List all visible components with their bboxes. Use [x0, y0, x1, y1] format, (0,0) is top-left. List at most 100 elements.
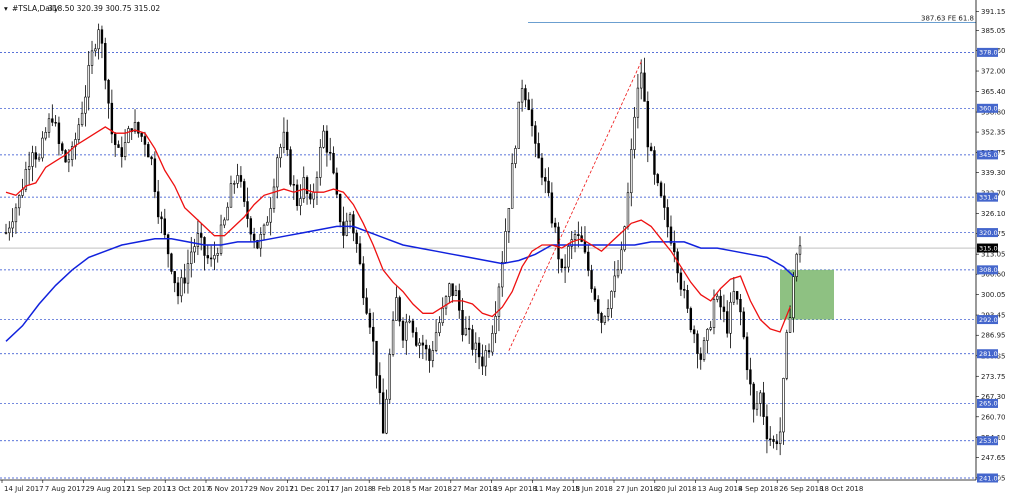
- candle-body: [610, 291, 613, 309]
- time-tick-label: 19 Apr 2018: [494, 485, 537, 493]
- price-tick-label: 286.95: [981, 332, 1006, 340]
- candle-body: [706, 329, 709, 341]
- candle-body: [540, 157, 544, 178]
- candle-body: [183, 277, 186, 284]
- candle-body: [338, 193, 342, 223]
- candle-body: [454, 290, 458, 296]
- price-tick-label: 391.15: [981, 8, 1006, 16]
- candle-body: [153, 158, 157, 193]
- candle-body: [537, 143, 540, 159]
- candle-body: [358, 243, 362, 265]
- candle-body: [117, 144, 120, 148]
- candle-body: [649, 146, 653, 151]
- candle-body: [563, 266, 567, 269]
- candle-body: [755, 403, 759, 410]
- candle-body: [477, 342, 481, 358]
- time-axis: 14 Jul 2017 7 Aug 2017 29 Aug 201721 Sep 2…: [0, 479, 976, 493]
- candle-body: [679, 272, 683, 290]
- time-tick-label: 26 Sep 2018: [779, 485, 823, 493]
- candle-body: [739, 298, 742, 313]
- level-tag-label: 320.00: [979, 229, 1002, 237]
- candle-body: [659, 182, 663, 197]
- candle-body: [663, 195, 666, 208]
- candle-body: [156, 191, 160, 218]
- candle-body: [573, 234, 577, 240]
- time-tick-label: 6 Nov 2017: [208, 485, 248, 493]
- candle-body: [305, 177, 309, 195]
- candle-body: [408, 320, 411, 323]
- candle-body: [517, 101, 520, 149]
- price-tick-label: 385.05: [981, 27, 1006, 35]
- candle-body: [501, 261, 504, 288]
- candle-body: [127, 128, 130, 143]
- candle-body: [90, 50, 94, 66]
- level-tag-label: 292.00: [979, 316, 1002, 324]
- candle-body: [504, 231, 507, 263]
- candle-body: [199, 233, 203, 238]
- candle-body: [398, 297, 401, 322]
- time-tick-label: 7 Aug 2017: [45, 485, 85, 493]
- candle-body: [113, 133, 117, 145]
- time-tick-label: 4 Sep 2018: [738, 485, 778, 493]
- candle-body: [527, 99, 530, 110]
- level-tag-label: 331.40: [979, 193, 1002, 201]
- candle-body: [798, 245, 802, 255]
- candle-body: [745, 336, 749, 371]
- candle-body: [170, 253, 173, 272]
- candle-body: [391, 320, 395, 355]
- candle-body: [365, 297, 368, 314]
- candle-body: [18, 195, 21, 209]
- candle-body: [742, 311, 745, 338]
- candle-body: [583, 241, 587, 253]
- candle-body: [593, 288, 597, 300]
- candle-body: [411, 320, 415, 333]
- candle-body: [534, 125, 537, 144]
- candle-body: [788, 317, 792, 333]
- candle-body: [14, 207, 18, 223]
- candle-body: [269, 208, 272, 223]
- price-tick-label: 326.10: [981, 210, 1006, 218]
- header-menu-icon[interactable]: ▾: [4, 4, 8, 13]
- candle-body: [616, 269, 620, 277]
- candle-body: [352, 214, 355, 234]
- price-tick-label: 372.00: [981, 68, 1006, 76]
- candle-body: [332, 152, 335, 174]
- candle-body: [752, 383, 755, 410]
- candle-body: [348, 214, 352, 222]
- candle-body: [557, 226, 560, 260]
- candle-body: [107, 79, 110, 104]
- candle-body: [481, 356, 484, 367]
- time-tick-label: 8 Feb 2018: [371, 485, 410, 493]
- candle-body: [226, 206, 229, 221]
- time-tick-label: 29 Nov 2017: [249, 485, 294, 493]
- candle-body: [510, 163, 514, 209]
- candle-body: [712, 299, 716, 328]
- candle-body: [143, 136, 147, 145]
- candle-body: [759, 392, 762, 404]
- candle-body: [47, 118, 51, 133]
- candle-body: [375, 340, 378, 376]
- candle-body: [325, 130, 329, 153]
- candle-body: [484, 350, 487, 367]
- candle-body: [11, 221, 14, 229]
- candle-body: [262, 224, 266, 235]
- candle-body: [388, 354, 391, 400]
- candle-body: [464, 327, 468, 336]
- candle-body: [190, 251, 193, 264]
- time-tick-label: 5 Mar 2018: [412, 485, 452, 493]
- candle-body: [395, 297, 398, 321]
- candle-body: [415, 332, 418, 346]
- candle-body: [792, 276, 795, 319]
- candle-body: [716, 295, 719, 300]
- candle-body: [239, 175, 243, 182]
- candle-body: [193, 246, 196, 253]
- candle-body: [762, 392, 765, 417]
- candle-body: [441, 307, 444, 324]
- candle-body: [547, 180, 550, 194]
- candle-body: [203, 237, 206, 256]
- price-tick-label: 352.35: [981, 129, 1006, 137]
- candle-body: [335, 172, 339, 195]
- candle-body: [123, 142, 127, 157]
- candle-body: [428, 348, 431, 361]
- candle-body: [160, 216, 163, 220]
